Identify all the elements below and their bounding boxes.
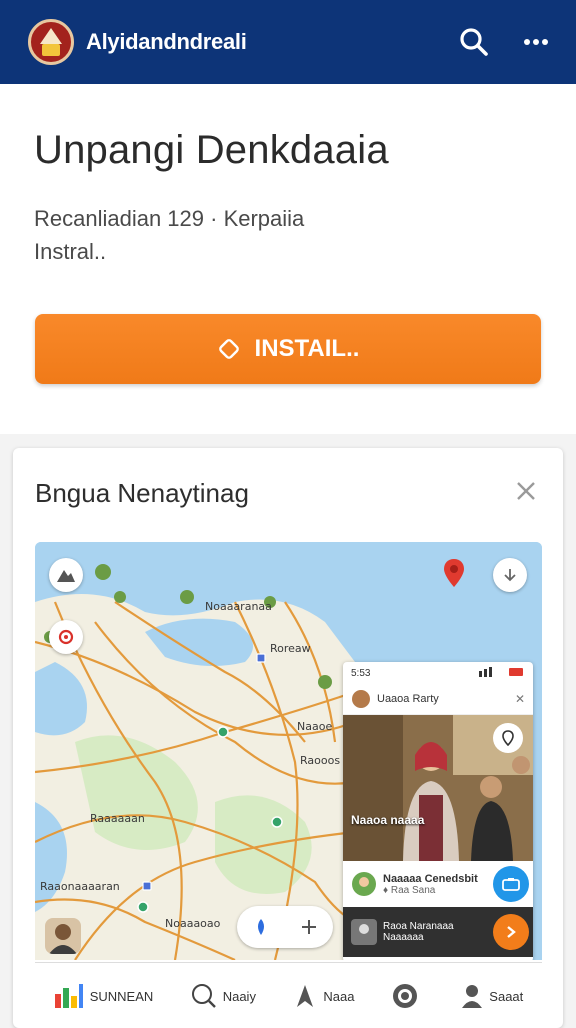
profile-avatar [352,690,370,708]
globe-icon [392,983,418,1009]
photo-caption: Naaoa naaaa [351,813,425,827]
status-time: 5:53 [351,667,371,679]
post-photo[interactable]: Naaoa naaaa [343,715,533,861]
nav-item-pin[interactable]: Naaa [293,983,354,1009]
person-icon [461,984,483,1008]
map-label: Raooos [300,754,341,767]
install-label: INSTAIL.. [254,335,360,362]
map-label: Roreaw [270,642,311,655]
post-text: Raoa Naranaaa Naaaaaa [383,921,454,943]
zoom-in-icon[interactable] [285,906,333,948]
chart-icon [54,984,84,1008]
nav-label: Naaiy [222,988,256,1004]
post-subtitle: ♦ Raa Sana [383,884,436,896]
app-meta: Recanliadian 129 · Kerpaiia Instral.. [34,202,304,268]
pin-icon[interactable] [493,723,523,753]
app-bar-title: Alyidandndreali [86,29,247,54]
post-row[interactable]: Raoa Naranaaa Naaaaaa [343,907,533,957]
install-button[interactable]: INSTAIL.. [35,314,541,384]
map-label: Naaoe [297,720,333,733]
preview-card: Bngua Nenaytinag Noaaaranaa Roreaw Raaaa… [13,448,563,1028]
map-label: Noaaaoao [165,917,221,930]
nav-item-profile[interactable]: Saaat [461,984,523,1008]
compass-icon[interactable] [237,906,285,948]
pin-icon [293,983,317,1009]
search-icon[interactable] [454,22,494,62]
share-icon[interactable] [493,866,529,902]
post-name: Naaaaa Cenedsbit [383,872,478,885]
status-icons [479,666,525,680]
app-bar: Alyidandndreali [0,0,576,84]
map-label: Raaaaaan [90,812,145,825]
preview-title: Bngua Nenaytinag [35,478,249,508]
nav-item-search[interactable]: Naaiy [191,983,256,1009]
location-marker-icon[interactable] [49,620,83,654]
app-name: Unpangi Denkdaaia [34,128,389,172]
profile-name: Uaaoa Rarty [377,693,439,705]
search-icon [191,983,217,1009]
status-bar: 5:53 [343,662,533,684]
nav-label: SUNNEAN [89,988,154,1004]
close-icon[interactable] [513,478,539,504]
map-pin-icon[interactable] [443,558,465,593]
map-label: Noaaaranaa [205,600,272,613]
user-avatar[interactable] [45,918,81,954]
social-preview-card[interactable]: 5:53 Uaaoa Rarty ✕ Naaoa naaaa Naaaaa Ce… [343,662,533,960]
post-row[interactable]: Naaaaa Cenedsbit ♦ Raa Sana [343,861,533,907]
terrain-icon[interactable] [49,558,83,592]
app-header: Unpangi Denkdaaia Recanliadian 129 · Ker… [0,84,576,434]
map-view[interactable]: Noaaaranaa Roreaw Raaaaaan Naaoe Raooos … [35,542,542,960]
bottom-navigation: SUNNEAN Naaiy Naaa Saaat [35,962,542,1028]
nav-item-globe[interactable] [392,983,424,1009]
next-icon[interactable] [493,914,529,950]
download-icon[interactable] [493,558,527,592]
tag-icon [217,337,241,361]
zoom-control[interactable] [237,906,333,948]
post-avatar [352,872,376,896]
nav-label: Naaa [323,988,355,1004]
more-icon[interactable] [516,22,556,62]
app-status-line: Instral.. [34,239,107,264]
app-logo[interactable] [28,19,74,65]
close-icon[interactable]: ✕ [515,692,525,706]
post-avatar [351,919,377,945]
profile-row[interactable]: Uaaoa Rarty ✕ [343,684,533,715]
nav-label: Saaat [489,988,524,1004]
nav-item-chart[interactable]: SUNNEAN [54,984,154,1008]
map-label: Raaonaaaaran [40,880,120,893]
app-meta-line: Recanliadian 129 · Kerpaiia [34,206,305,231]
